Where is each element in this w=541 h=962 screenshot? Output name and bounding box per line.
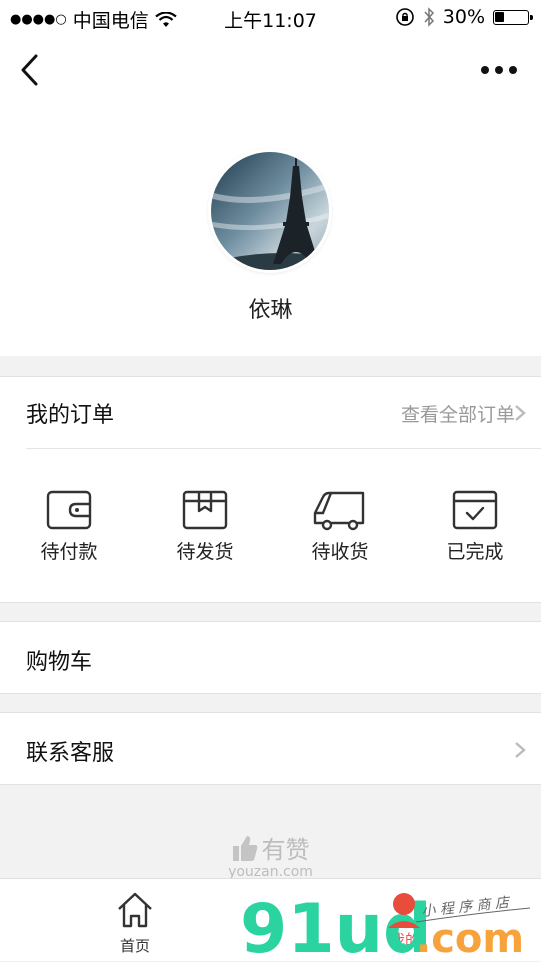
chevron-right-icon <box>515 742 526 758</box>
order-status-to-receive[interactable]: 待收货 <box>285 489 395 579</box>
tab-home[interactable]: 首页 <box>75 891 195 956</box>
home-icon <box>118 892 152 928</box>
status-right: 30% <box>395 6 533 28</box>
navigation-bar <box>0 36 541 106</box>
order-status-to-ship[interactable]: 待发货 <box>150 489 260 579</box>
order-status-label: 已完成 <box>446 541 504 563</box>
brand-logo: 有赞 <box>232 830 310 865</box>
tab-me-label: 我的 <box>389 931 420 949</box>
order-status-label: 待发货 <box>176 541 234 563</box>
cart-row[interactable]: 购物车 <box>0 621 541 694</box>
contact-service-row[interactable]: 联系客服 <box>0 712 541 785</box>
bluetooth-icon <box>424 7 434 27</box>
truck-icon <box>313 491 365 531</box>
order-status-pending-payment[interactable]: 待付款 <box>14 489 124 579</box>
avatar[interactable] <box>211 152 329 270</box>
chevron-left-icon <box>21 54 38 86</box>
brand-footer: 有赞 youzan.com <box>0 830 541 880</box>
order-status-label: 待收货 <box>311 541 369 563</box>
order-status-label: 待付款 <box>40 541 98 563</box>
view-all-orders-link[interactable]: 查看全部订单 <box>401 400 515 427</box>
thumbs-up-icon <box>232 835 257 861</box>
rotation-lock-icon <box>395 8 414 26</box>
battery-fill <box>495 11 504 22</box>
contact-service-label: 联系客服 <box>26 741 115 766</box>
battery-icon <box>493 9 533 25</box>
profile-section: 依琳 <box>0 106 541 356</box>
chevron-right-icon <box>515 405 526 421</box>
order-status-completed[interactable]: 已完成 <box>420 489 530 579</box>
back-button[interactable] <box>14 52 50 88</box>
status-bar: ●●●●○ 中国电信 上午11:07 30% <box>0 0 541 36</box>
more-button[interactable] <box>479 58 523 82</box>
box-icon <box>182 490 228 530</box>
tab-home-label: 首页 <box>119 937 150 955</box>
all-orders-row[interactable]: 我的订单 查看全部订单 <box>26 377 541 449</box>
cart-label: 购物车 <box>26 650 93 675</box>
battery-percent: 30% <box>442 6 485 28</box>
orders-title: 我的订单 <box>26 403 115 428</box>
brand-name: 有赞 <box>261 836 310 864</box>
orders-section: 我的订单 查看全部订单 待付款 待发货 待收货 已完成 <box>0 376 541 603</box>
username: 依琳 <box>248 298 293 323</box>
completed-box-icon <box>452 490 498 530</box>
wallet-icon <box>46 490 92 530</box>
tab-bar: 首页 我的 <box>0 878 541 961</box>
more-dots-icon <box>481 66 517 74</box>
tab-me[interactable]: 我的 <box>345 927 465 950</box>
avatar-image <box>211 152 329 270</box>
